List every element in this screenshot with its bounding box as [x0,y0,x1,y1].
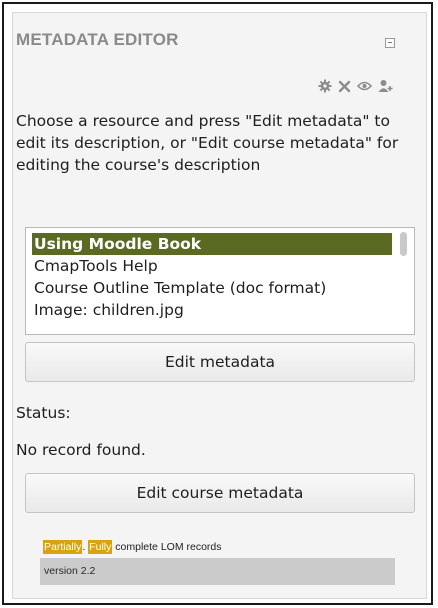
scrollbar-thumb[interactable] [400,232,407,256]
legend-separator: . [82,541,86,553]
edit-course-metadata-button[interactable]: Edit course metadata [25,473,415,513]
gear-icon[interactable] [318,79,332,93]
version-bar: version 2.2 [40,558,395,585]
instructions-text: Choose a resource and press "Edit metada… [16,112,399,174]
status-label: Status: [16,404,71,422]
resource-select-list[interactable]: Using Moodle Book CmapTools Help Course … [25,227,415,335]
block-title: METADATA EDITOR [16,30,179,49]
partially-tag: Partially [43,540,83,554]
eye-icon[interactable] [357,80,372,92]
block-edit-controls [318,79,393,93]
legend-text: complete LOM records [115,541,222,553]
resource-option[interactable]: Image: children.jpg [32,299,392,321]
fully-tag: Fully [88,540,113,554]
delete-icon[interactable] [338,80,351,93]
resource-option[interactable]: Course Outline Template (doc format) [32,277,392,299]
assign-roles-icon[interactable] [378,79,393,93]
status-value: No record found. [16,441,146,459]
resource-option[interactable]: Using Moodle Book [32,233,392,255]
edit-metadata-button[interactable]: Edit metadata [25,342,415,382]
list-scrollbar[interactable] [398,230,410,330]
resource-option[interactable]: CmapTools Help [32,255,392,277]
lom-legend: Partially. Fully complete LOM records [43,540,222,554]
collapse-minus-icon[interactable] [385,38,395,48]
